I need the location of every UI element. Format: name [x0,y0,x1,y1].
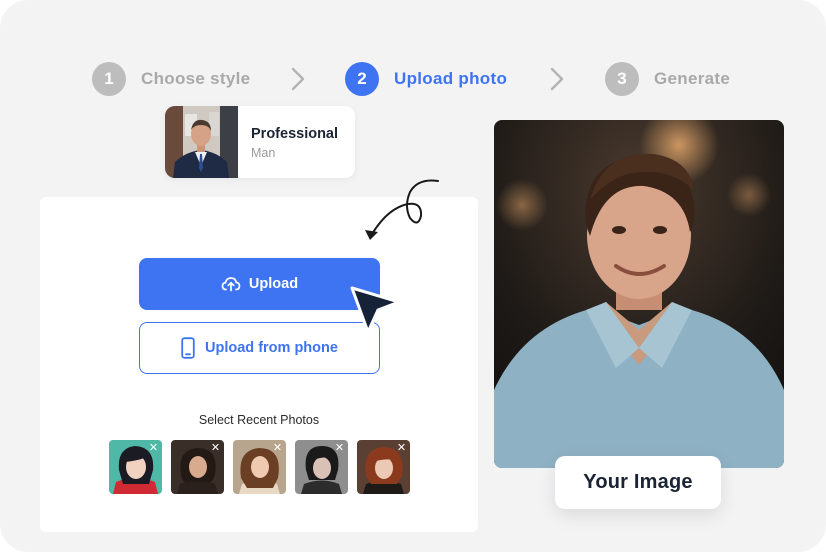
upload-from-phone-button[interactable]: Upload from phone [139,322,380,374]
step-upload-photo[interactable]: 2 Upload photo [345,62,507,96]
chevron-right-icon [550,67,564,91]
style-thumbnail [165,106,238,178]
remove-photo-close-icon[interactable]: ✕ [148,442,159,453]
step-label: Generate [654,69,731,88]
style-name: Professional [251,126,339,142]
remove-photo-close-icon[interactable]: ✕ [334,442,345,453]
selected-style-card[interactable]: Professional Man [165,106,355,178]
step-number: 3 [605,62,639,96]
cloud-upload-icon [221,277,241,292]
chevron-right-icon [291,67,305,91]
step-label: Upload photo [394,69,508,88]
remove-photo-close-icon[interactable]: ✕ [396,442,407,453]
upload-from-phone-label: Upload from phone [205,340,338,356]
your-image-photo [494,120,784,468]
style-subtitle: Man [251,146,276,160]
recent-photo-thumbnail[interactable]: ✕ [357,440,410,494]
step-number: 2 [345,62,379,96]
step-generate[interactable]: 3 Generate [605,62,730,96]
curly-arrow-icon [365,179,439,240]
upload-button[interactable]: Upload [139,258,380,310]
recent-photo-thumbnail[interactable]: ✕ [109,440,162,494]
remove-photo-close-icon[interactable]: ✕ [210,442,221,453]
recent-photos-list: ✕ ✕ ✕ ✕ ✕ [109,440,410,494]
recent-photo-thumbnail[interactable]: ✕ [171,440,224,494]
recent-photos-label: Select Recent Photos [198,413,320,427]
recent-photo-thumbnail[interactable]: ✕ [233,440,286,494]
phone-icon [181,337,195,359]
step-choose-style[interactable]: 1 Choose style [92,62,250,96]
your-image-caption: Your Image [555,456,721,509]
upload-panel: Upload Upload from phone Select Recent P… [40,197,478,532]
pointer-cursor-icon [350,286,401,334]
step-number: 1 [92,62,126,96]
upload-button-label: Upload [248,276,299,292]
step-label: Choose style [141,69,251,88]
remove-photo-close-icon[interactable]: ✕ [272,442,283,453]
app-canvas: 1 Choose style 2 Upload photo 3 Generate [0,0,826,552]
recent-photo-thumbnail[interactable]: ✕ [295,440,348,494]
